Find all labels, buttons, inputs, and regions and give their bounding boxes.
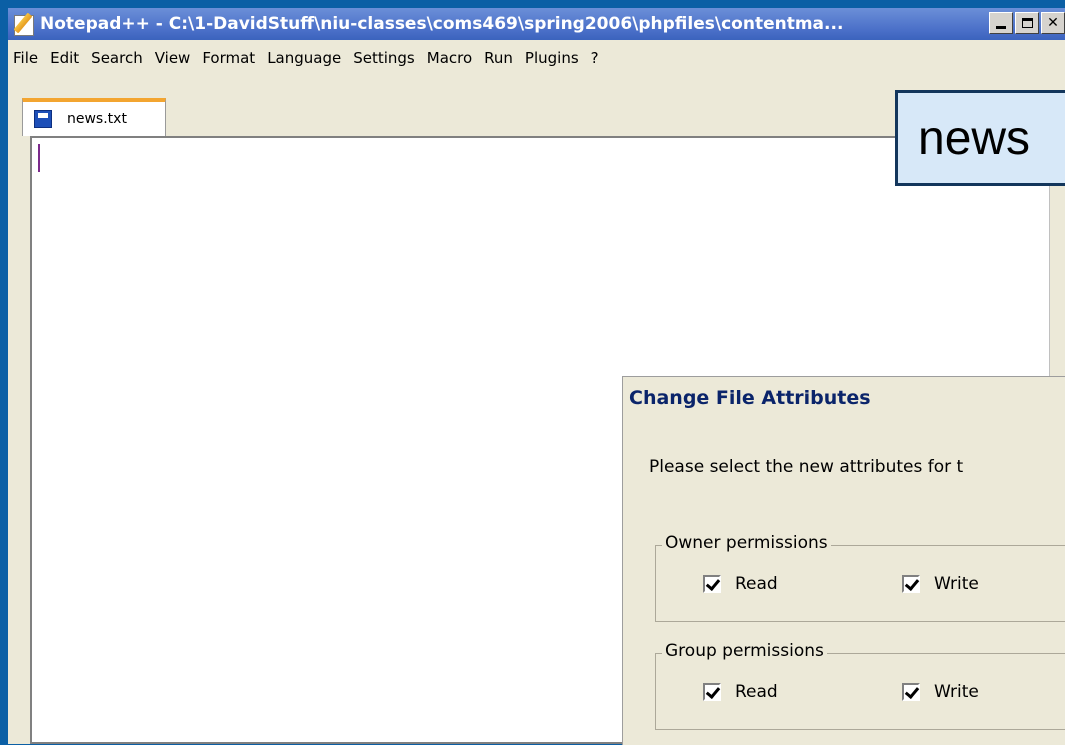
owner-permissions-legend: Owner permissions [662,533,831,553]
window-controls: ✕ [987,12,1065,34]
owner-permissions-group: Owner permissions Read Write [655,533,1065,622]
menu-edit[interactable]: Edit [45,49,86,67]
title-bar[interactable]: Notepad++ - C:\1-DavidStuff\niu-classes\… [8,8,1065,40]
dialog-title: Change File Attributes [629,387,871,409]
group-read-checkbox[interactable] [703,683,721,701]
menu-plugins[interactable]: Plugins [520,49,586,67]
minimize-button[interactable] [989,12,1013,34]
group-write-checkbox[interactable] [902,683,920,701]
callout-label: news [895,90,1065,186]
group-write-checkbox-row[interactable]: Write [902,682,979,702]
menu-search[interactable]: Search [86,49,150,67]
group-read-checkbox-row[interactable]: Read [703,682,778,702]
tab-label: news.txt [67,111,127,127]
group-write-label: Write [934,682,979,702]
menu-language[interactable]: Language [262,49,348,67]
maximize-icon [1021,18,1033,28]
desktop-frame: Notepad++ - C:\1-DavidStuff\niu-classes\… [0,0,1065,745]
group-permissions-legend: Group permissions [662,641,827,661]
tab-news-txt[interactable]: news.txt [22,98,166,136]
notepadpp-icon [12,12,38,36]
menu-file[interactable]: File [8,49,45,67]
text-caret [38,144,40,172]
group-permissions-group: Group permissions Read Write [655,641,1065,730]
owner-read-label: Read [735,574,778,594]
window-title: Notepad++ - C:\1-DavidStuff\niu-classes\… [40,14,844,34]
close-button[interactable]: ✕ [1041,12,1065,34]
menu-view[interactable]: View [150,49,198,67]
menu-help[interactable]: ? [586,49,606,67]
menu-settings[interactable]: Settings [348,49,422,67]
owner-write-checkbox-row[interactable]: Write [902,574,979,594]
owner-write-checkbox[interactable] [902,575,920,593]
owner-read-checkbox-row[interactable]: Read [703,574,778,594]
close-icon: ✕ [1047,15,1059,31]
owner-write-label: Write [934,574,979,594]
menu-format[interactable]: Format [197,49,262,67]
menu-bar: File Edit Search View Format Language Se… [8,40,1065,76]
group-read-label: Read [735,682,778,702]
menu-run[interactable]: Run [479,49,520,67]
maximize-button[interactable] [1015,12,1039,34]
dialog-prompt: Please select the new attributes for t [649,457,964,477]
minimize-icon [996,25,1006,29]
change-file-attributes-dialog: Change File Attributes Please select the… [622,376,1065,745]
saved-file-icon [34,110,52,128]
menu-macro[interactable]: Macro [422,49,479,67]
owner-read-checkbox[interactable] [703,575,721,593]
